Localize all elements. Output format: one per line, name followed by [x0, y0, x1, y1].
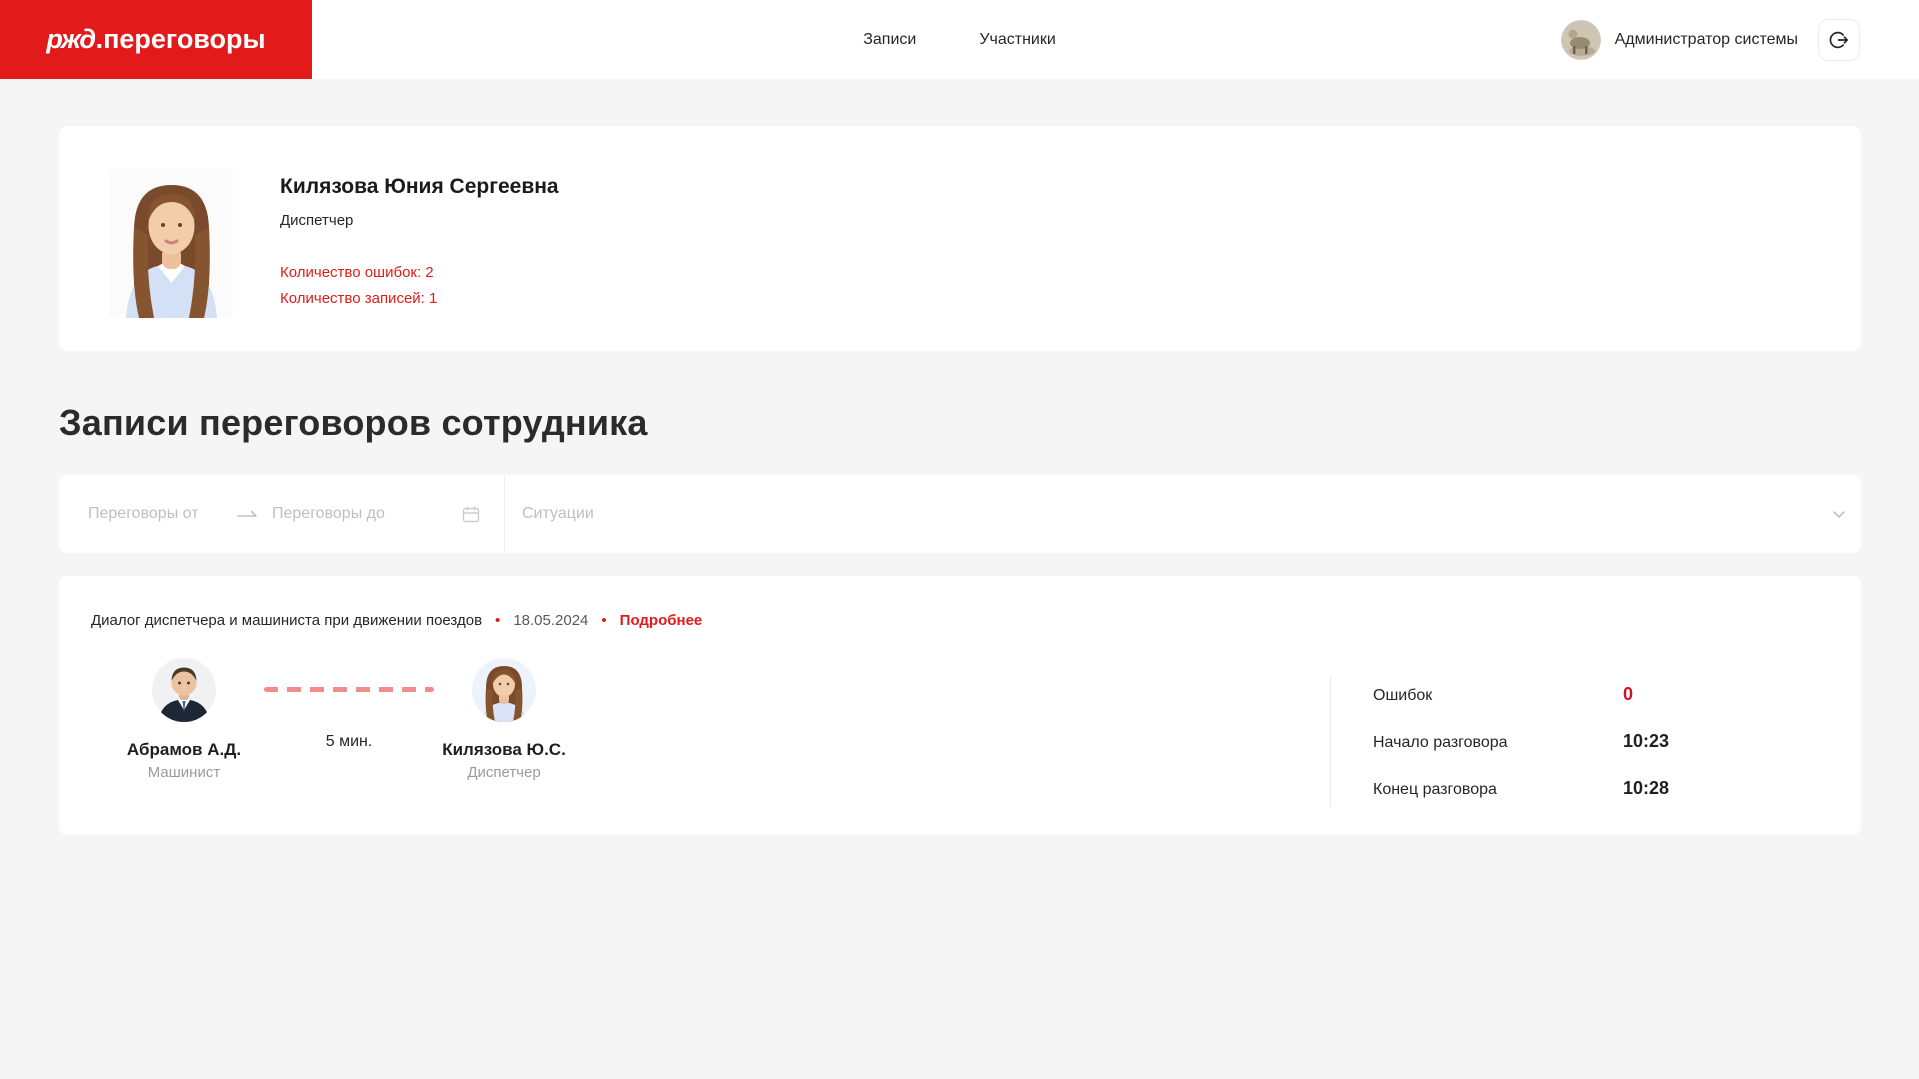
participant-dispatcher: Килязова Ю.С. Диспетчер — [434, 658, 574, 781]
dispatcher-avatar — [472, 658, 536, 722]
user-area: Администратор системы — [1560, 18, 1919, 61]
logo-brand: ржд — [46, 24, 96, 54]
driver-name: Абрамов А.Д. — [126, 740, 242, 759]
record-title: Диалог диспетчера и машиниста при движен… — [91, 612, 483, 629]
logo-suffix: .переговоры — [95, 24, 266, 54]
stat-call-start: Начало разговора 10:23 — [1373, 731, 1760, 752]
record-stats: Ошибок 0 Начало разговора 10:23 Конец ра… — [1330, 676, 1760, 807]
nav-participants[interactable]: Участники — [979, 31, 1055, 49]
profile-role: Диспетчер — [280, 212, 354, 229]
app-logo[interactable]: ржд .переговоры — [0, 0, 312, 79]
driver-avatar — [152, 658, 216, 722]
details-link[interactable]: Подробнее — [620, 612, 703, 629]
stat-label: Ошибок — [1373, 687, 1433, 704]
driver-role: Машинист — [147, 764, 221, 781]
record-header: Диалог диспетчера и машиниста при движен… — [91, 612, 1861, 629]
dashed-call-line — [264, 687, 434, 692]
nav-records[interactable]: Записи — [863, 31, 916, 49]
user-name: Администратор системы — [1614, 30, 1798, 48]
participant-driver: Абрамов А.Д. Машинист — [104, 658, 264, 781]
profile-card: Килязова Юния Сергеевна Диспетчер Количе… — [59, 126, 1861, 351]
bullet-separator: • — [495, 612, 501, 629]
situations-placeholder: Ситуации — [522, 505, 594, 522]
date-to-input[interactable] — [272, 505, 420, 523]
date-from-input[interactable] — [88, 505, 236, 523]
record-card: Диалог диспетчера и машиниста при движен… — [59, 576, 1861, 835]
stat-value: 10:28 — [1623, 778, 1670, 798]
situations-select[interactable]: Ситуации — [505, 475, 1861, 553]
filter-bar: Ситуации — [59, 475, 1861, 553]
logout-button[interactable] — [1818, 18, 1860, 61]
page: ржд .переговоры Записи Участники Админист… — [0, 0, 1919, 1079]
page-title: Записи переговоров сотрудника — [59, 402, 648, 443]
call-connector: 5 мин. — [264, 658, 434, 751]
record-body: Абрамов А.Д. Машинист 5 мин. Килязова Ю.… — [91, 658, 1861, 807]
stat-value: 0 — [1623, 684, 1634, 704]
profile-name: Килязова Юния Сергеевна — [280, 175, 559, 198]
stat-label: Конец разговора — [1373, 781, 1497, 798]
user-avatar — [1560, 19, 1601, 60]
profile-records-count: Количество записей: 1 — [280, 290, 438, 307]
dispatcher-name: Килязова Ю.С. — [442, 740, 566, 759]
bullet-separator: • — [601, 612, 607, 629]
chevron-down-icon — [1830, 505, 1848, 523]
profile-info: Килязова Юния Сергеевна Диспетчер Количе… — [280, 169, 559, 351]
calendar-icon — [462, 505, 480, 523]
record-date: 18.05.2024 — [513, 612, 589, 629]
stat-label: Начало разговора — [1373, 734, 1508, 751]
swap-right-icon — [236, 508, 260, 520]
user-avatar-image — [1560, 19, 1601, 60]
stat-call-end: Конец разговора 10:28 — [1373, 778, 1760, 799]
main-nav: Записи Участники — [863, 0, 1056, 79]
stat-errors: Ошибок 0 — [1373, 684, 1760, 705]
profile-errors-count: Количество ошибок: 2 — [280, 264, 434, 281]
logout-icon — [1829, 30, 1849, 50]
call-duration: 5 мин. — [325, 733, 373, 750]
dispatcher-role: Диспетчер — [467, 764, 541, 781]
app-header: ржд .переговоры Записи Участники Админист… — [0, 0, 1919, 79]
main-content: Килязова Юния Сергеевна Диспетчер Количе… — [0, 126, 1919, 835]
profile-photo — [110, 169, 233, 318]
stat-value: 10:23 — [1623, 731, 1670, 751]
date-range-picker[interactable] — [59, 475, 505, 553]
